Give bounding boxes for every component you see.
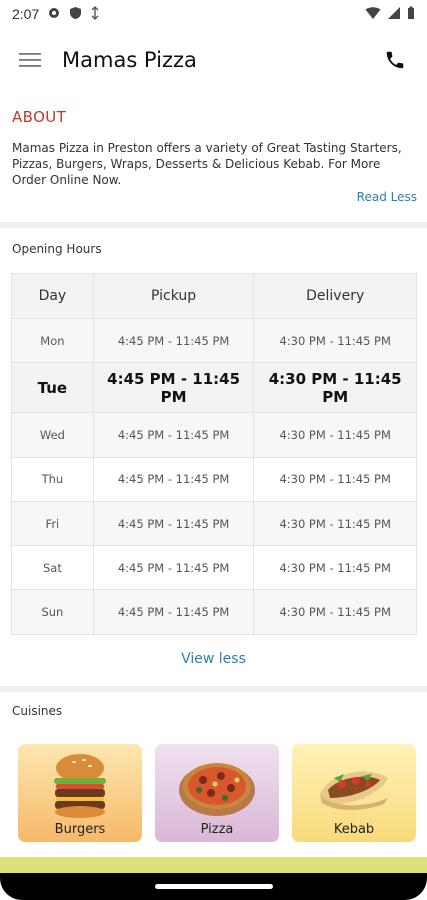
day-cell: Wed [11,412,94,458]
delivery-cell: 4:30 PM - 11:45 PM [253,456,417,502]
view-less-link[interactable]: View less [0,651,427,667]
cuisine-name: Pizza [200,822,234,837]
wifi-icon [365,6,381,23]
pickup-cell: 4:45 PM - 11:45 PM [92,500,255,547]
status-time: 2:07 [12,6,40,22]
cell-signal-icon [387,6,401,23]
day-cell: Tue [11,362,94,414]
pickup-cell: 4:45 PM - 11:45 PM [92,456,255,502]
table-row-today: Tue 4:45 PM - 11:45 PM 4:30 PM - 11:45 P… [11,362,417,414]
cuisine-name: Kebab [333,822,375,837]
app-bar: Mamas Pizza [0,34,427,86]
delivery-cell: 4:30 PM - 11:45 PM [253,545,417,591]
delivery-cell: 4:30 PM - 11:45 PM [253,317,417,364]
table-row: Wed 4:45 PM - 11:45 PM 4:30 PM - 11:45 P… [11,412,417,458]
cuisines-label: Cuisines [12,704,63,718]
table-row: Fri 4:45 PM - 11:45 PM 4:30 PM - 11:45 P… [11,500,417,547]
data-saver-icon [90,5,100,23]
bottom-banner-strip [0,857,427,873]
table-row: Mon 4:45 PM - 11:45 PM 4:30 PM - 11:45 P… [11,317,417,364]
about-title: ABOUT [12,108,67,126]
day-cell: Sun [11,589,94,635]
pickup-cell: 4:45 PM - 11:45 PM [92,317,255,364]
settings-gear-icon [47,6,61,23]
pizza-icon [179,763,255,816]
status-bar: 2:07 [0,0,427,28]
section-divider [0,686,427,692]
battery-icon [407,6,415,23]
header-pickup: Pickup [92,273,255,319]
pickup-cell: 4:45 PM - 11:45 PM [92,362,255,414]
opening-hours-table: Day Pickup Delivery Mon 4:45 PM - 11:45 … [11,273,417,635]
cuisine-card-burgers[interactable]: Burgers [18,744,142,842]
phone-icon[interactable] [381,46,409,74]
header-day: Day [11,273,94,319]
day-cell: Mon [11,317,94,364]
burger-icon [54,754,106,818]
delivery-cell: 4:30 PM - 11:45 PM [253,500,417,547]
delivery-cell: 4:30 PM - 11:45 PM [253,589,417,635]
pickup-cell: 4:45 PM - 11:45 PM [92,412,255,458]
about-section: ABOUT Mamas Pizza in Preston offers a va… [0,108,427,204]
shield-icon [69,6,82,23]
hamburger-menu-icon[interactable] [18,48,42,72]
home-gesture-handle[interactable] [155,884,273,889]
kebab-icon [320,771,388,810]
day-cell: Fri [11,500,94,547]
cuisine-name: Burgers [54,822,106,837]
table-row: Sun 4:45 PM - 11:45 PM 4:30 PM - 11:45 P… [11,589,417,635]
day-cell: Sat [11,545,94,591]
read-less-link[interactable]: Read Less [357,190,417,204]
about-text: Mamas Pizza in Preston offers a variety … [12,141,402,187]
pickup-cell: 4:45 PM - 11:45 PM [92,545,255,591]
pickup-cell: 4:45 PM - 11:45 PM [92,589,255,635]
section-divider [0,222,427,228]
opening-hours-label: Opening Hours [12,242,102,256]
app-title: Mamas Pizza [62,48,197,72]
delivery-cell: 4:30 PM - 11:45 PM [253,362,417,414]
cuisine-card-pizza[interactable]: Pizza [155,744,279,842]
cuisine-card-kebab[interactable]: Kebab [292,744,416,842]
day-cell: Thu [11,456,94,502]
table-row: Thu 4:45 PM - 11:45 PM 4:30 PM - 11:45 P… [11,456,417,502]
table-row: Sat 4:45 PM - 11:45 PM 4:30 PM - 11:45 P… [11,545,417,591]
header-delivery: Delivery [253,273,417,319]
table-header-row: Day Pickup Delivery [11,273,417,319]
delivery-cell: 4:30 PM - 11:45 PM [253,412,417,458]
